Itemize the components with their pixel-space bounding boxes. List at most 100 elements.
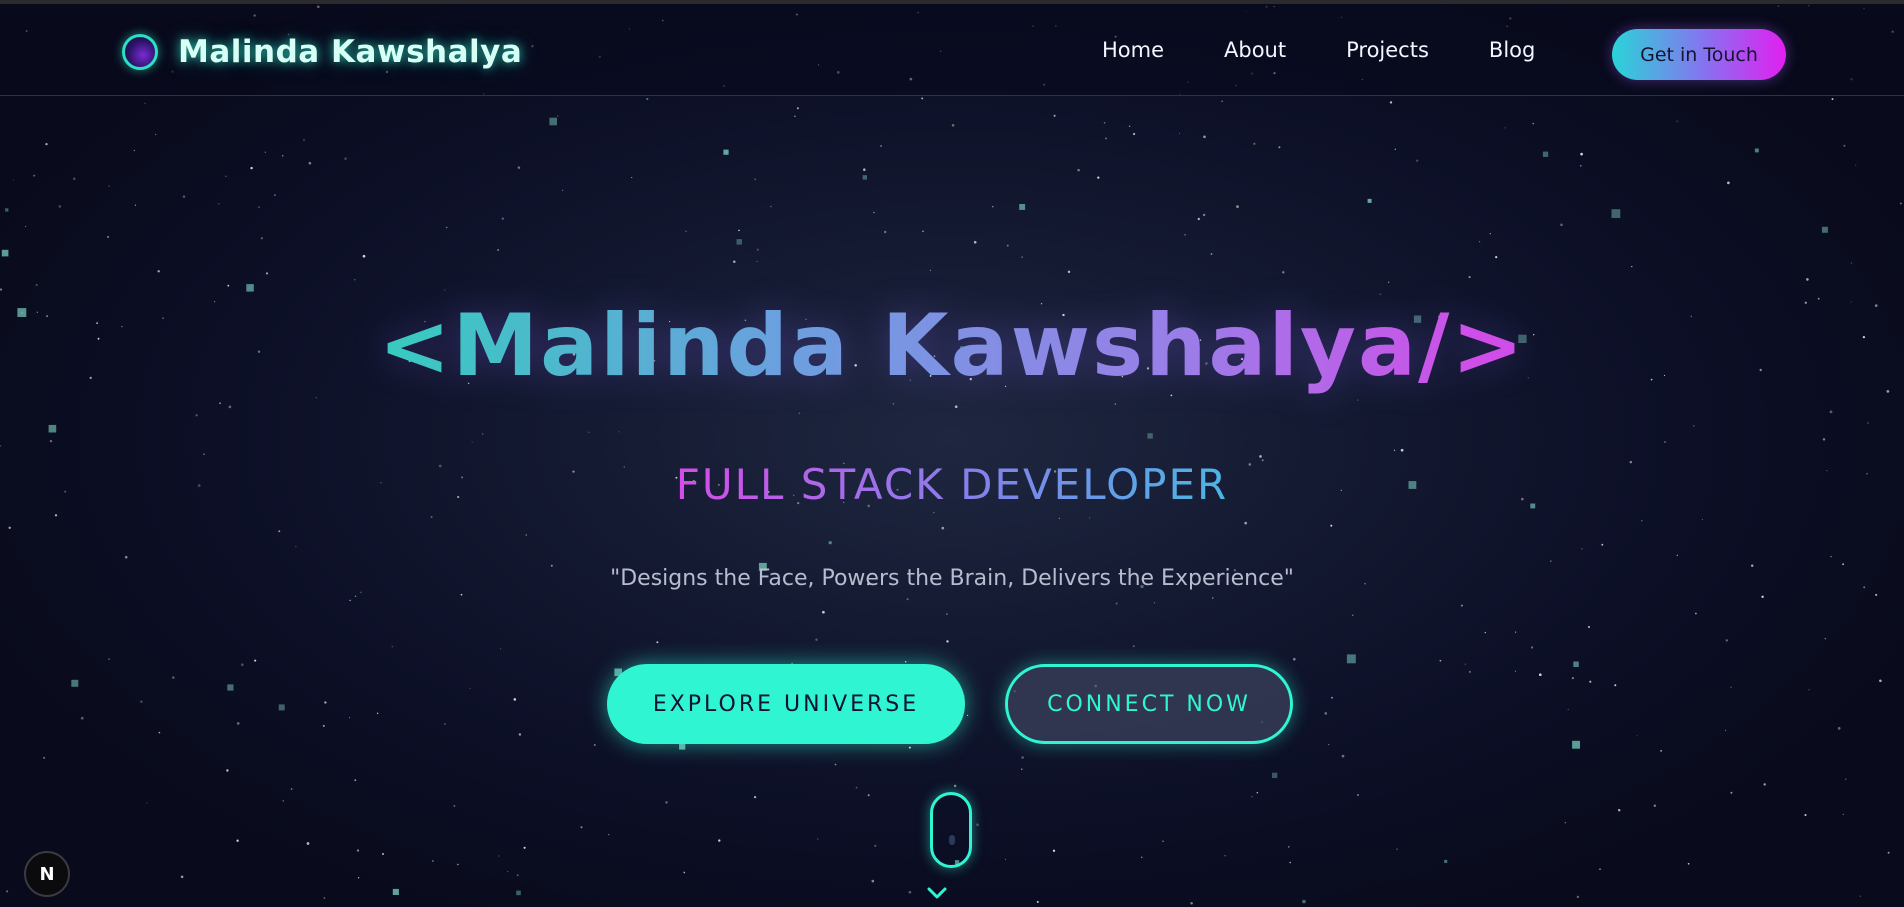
brand[interactable]: Malinda Kawshalya xyxy=(122,32,522,72)
nav-link-projects[interactable]: Projects xyxy=(1346,38,1429,62)
particle xyxy=(1302,899,1306,904)
star xyxy=(733,260,736,264)
star-field-canvas xyxy=(0,4,1902,905)
star xyxy=(1855,164,1857,166)
hero-title: <Malinda Kawshalya/> xyxy=(0,286,1904,406)
star xyxy=(770,205,772,208)
star xyxy=(236,722,240,725)
star xyxy=(45,142,48,146)
star xyxy=(357,877,360,879)
star xyxy=(1202,213,1206,217)
star xyxy=(753,795,757,799)
star xyxy=(1653,804,1656,807)
star xyxy=(1396,848,1398,850)
connect-now-button[interactable]: CONNECT NOW xyxy=(1005,664,1293,744)
star xyxy=(1190,902,1193,905)
star xyxy=(904,660,907,663)
star xyxy=(1289,861,1291,864)
star xyxy=(1504,127,1506,129)
mouse-scroll-icon[interactable] xyxy=(930,792,972,868)
star xyxy=(1831,98,1834,101)
star xyxy=(884,230,887,234)
chevron-down-icon[interactable] xyxy=(926,884,948,902)
star xyxy=(1538,673,1542,677)
nav-link-home[interactable]: Home xyxy=(1102,38,1164,62)
nav-link-blog[interactable]: Blog xyxy=(1489,38,1535,62)
star xyxy=(1328,744,1330,746)
particle xyxy=(1444,859,1448,863)
star xyxy=(718,839,721,842)
star xyxy=(863,168,866,171)
star xyxy=(1804,813,1807,817)
particle xyxy=(723,149,729,155)
star xyxy=(124,555,128,559)
star xyxy=(1253,142,1256,145)
star xyxy=(1701,519,1703,521)
brand-name: Malinda Kawshalya xyxy=(178,34,523,70)
star xyxy=(430,515,433,519)
star xyxy=(482,433,484,435)
star xyxy=(756,260,758,262)
nav-link-about[interactable]: About xyxy=(1224,38,1286,62)
star xyxy=(922,230,924,233)
star xyxy=(1387,281,1390,284)
star xyxy=(226,769,229,772)
star xyxy=(873,211,875,214)
star xyxy=(1132,132,1136,136)
star xyxy=(354,595,357,598)
particle xyxy=(679,743,686,750)
star xyxy=(1617,808,1621,812)
star xyxy=(992,206,994,208)
star xyxy=(685,230,687,233)
star xyxy=(608,833,610,836)
star xyxy=(1132,645,1135,648)
particle xyxy=(828,541,832,545)
star xyxy=(1468,276,1471,279)
star xyxy=(921,97,924,100)
nextjs-devtools-icon[interactable]: N xyxy=(24,851,70,897)
star xyxy=(501,217,504,220)
star xyxy=(1077,168,1080,172)
star xyxy=(73,177,76,181)
star xyxy=(1389,101,1393,104)
star xyxy=(1599,868,1601,871)
star xyxy=(134,204,137,206)
star xyxy=(665,801,668,804)
star xyxy=(33,174,36,177)
explore-universe-button[interactable]: EXPLORE UNIVERSE xyxy=(607,664,965,744)
get-in-touch-button[interactable]: Get in Touch xyxy=(1612,29,1786,80)
hero-subtitle-text: FULL STACK DEVELOPER xyxy=(675,460,1229,509)
star xyxy=(282,800,284,802)
star xyxy=(523,846,526,849)
star xyxy=(0,444,2,447)
star xyxy=(1489,233,1491,235)
star xyxy=(1288,846,1290,848)
star xyxy=(1197,217,1201,221)
star xyxy=(1567,708,1569,710)
star xyxy=(1875,593,1878,596)
star xyxy=(218,203,220,205)
star xyxy=(1460,604,1463,607)
star xyxy=(1097,176,1100,179)
star xyxy=(1837,727,1841,730)
star xyxy=(1067,270,1071,274)
star xyxy=(354,279,356,281)
star xyxy=(1581,548,1583,550)
star xyxy=(1021,768,1023,770)
particle xyxy=(5,208,9,212)
star xyxy=(822,610,825,614)
star xyxy=(1564,822,1566,824)
star xyxy=(1036,900,1039,903)
star xyxy=(618,431,620,433)
star xyxy=(1843,144,1846,147)
star xyxy=(1549,560,1552,563)
star xyxy=(236,839,239,842)
star xyxy=(1763,783,1766,786)
star xyxy=(834,763,837,766)
star xyxy=(738,229,740,232)
star xyxy=(1879,679,1882,683)
star xyxy=(107,235,110,238)
star xyxy=(1236,205,1239,208)
star xyxy=(391,645,393,648)
particle xyxy=(1367,198,1372,203)
